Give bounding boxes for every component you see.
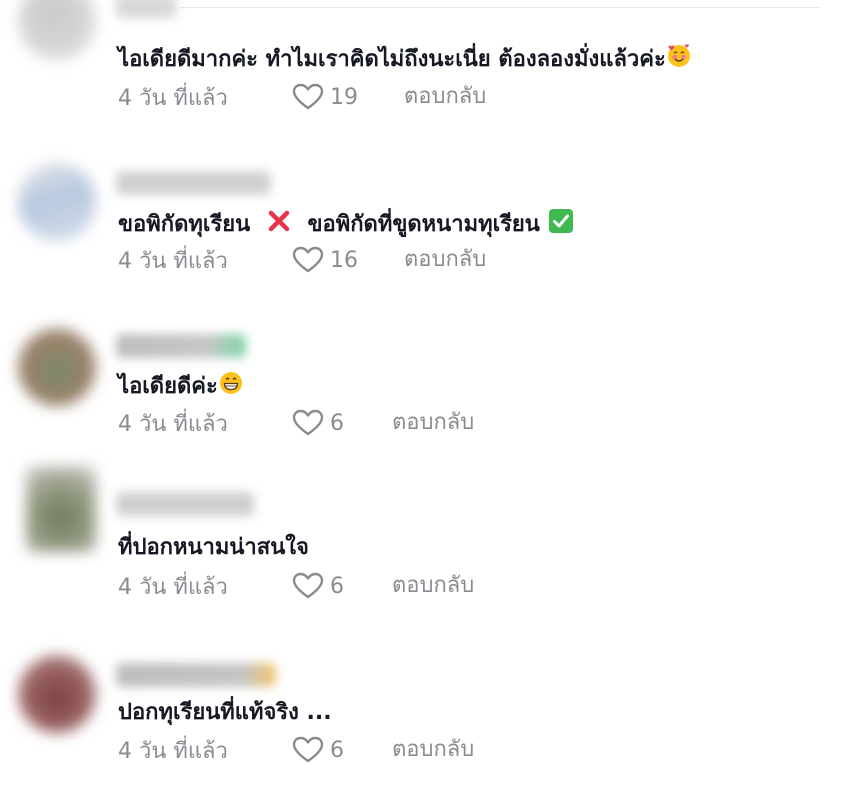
- like-button[interactable]: 6: [292, 408, 344, 438]
- username[interactable]: [116, 663, 276, 687]
- like-button[interactable]: 16: [292, 245, 358, 275]
- comment-text-part-2: ขอพิกัดที่ขูดหนามทุเรียน: [307, 212, 540, 237]
- comment-time: 4 วัน ที่แล้ว: [118, 738, 228, 764]
- reply-button[interactable]: ตอบกลับ: [392, 408, 474, 438]
- username[interactable]: [116, 171, 271, 195]
- username[interactable]: [116, 0, 176, 18]
- like-count: 6: [330, 737, 344, 763]
- comment-time: 4 วัน ที่แล้ว: [118, 411, 228, 437]
- comment-text: ขอพิกัดทุเรียน ขอพิกัดที่ขูดหนามทุเรียน: [118, 208, 574, 242]
- comment-text-part-1: ขอพิกัดทุเรียน: [118, 212, 251, 237]
- comment-meta: 4 วัน ที่แล้ว 19 ตอบกลับ: [118, 82, 518, 112]
- avatar[interactable]: [18, 655, 96, 733]
- comment-text: ที่ปอกหนามน่าสนใจ: [118, 534, 309, 562]
- comment-text-content: ไอเดียดีค่ะ: [118, 374, 218, 399]
- like-button[interactable]: 6: [292, 735, 344, 765]
- heart-icon[interactable]: [292, 83, 324, 111]
- comment-item: ปอกทุเรียนที่แท้จริง ... 4 วัน ที่แล้ว 6…: [0, 653, 850, 793]
- like-count: 16: [330, 247, 358, 273]
- comment-time: 4 วัน ที่แล้ว: [118, 574, 228, 600]
- like-count: 6: [330, 573, 344, 599]
- reply-button[interactable]: ตอบกลับ: [392, 571, 474, 601]
- smiling-face-with-hearts-icon: [666, 43, 692, 77]
- avatar[interactable]: [26, 466, 96, 552]
- comment-text: ปอกทุเรียนที่แท้จริง ...: [118, 699, 332, 727]
- comment-meta: 4 วัน ที่แล้ว 6 ตอบกลับ: [118, 571, 518, 601]
- cross-mark-icon: [266, 208, 292, 242]
- avatar[interactable]: [18, 0, 96, 60]
- avatar[interactable]: [18, 328, 96, 406]
- heart-icon[interactable]: [292, 736, 324, 764]
- username[interactable]: [116, 492, 254, 516]
- heart-icon[interactable]: [292, 572, 324, 600]
- grinning-face-icon: [218, 370, 244, 404]
- comment-text: ไอเดียดีมากค่ะ ทำไมเราคิดไม่ถึงนะเนี่ย ต…: [118, 43, 692, 77]
- comment-text: ไอเดียดีค่ะ: [118, 370, 244, 404]
- comment-item: ที่ปอกหนามน่าสนใจ 4 วัน ที่แล้ว 6 ตอบกลั…: [0, 466, 850, 630]
- comment-text-content: ที่ปอกหนามน่าสนใจ: [118, 535, 309, 560]
- heart-icon[interactable]: [292, 246, 324, 274]
- like-button[interactable]: 19: [292, 82, 358, 112]
- check-mark-button-icon: [548, 208, 574, 242]
- comment-text-content: ปอกทุเรียนที่แท้จริง ...: [118, 700, 332, 725]
- reply-button[interactable]: ตอบกลับ: [404, 82, 486, 112]
- comment-time: 4 วัน ที่แล้ว: [118, 85, 228, 111]
- username[interactable]: [116, 334, 246, 358]
- reply-button[interactable]: ตอบกลับ: [404, 245, 486, 275]
- like-button[interactable]: 6: [292, 571, 344, 601]
- comment-meta: 4 วัน ที่แล้ว 6 ตอบกลับ: [118, 735, 518, 765]
- comment-item: ขอพิกัดทุเรียน ขอพิกัดที่ขูดหนามทุเรียน …: [0, 163, 850, 303]
- comment-time: 4 วัน ที่แล้ว: [118, 248, 228, 274]
- comment-item: ไอเดียดีค่ะ 4 วัน ที่แล้ว 6 ตอบกลับ: [0, 326, 850, 466]
- avatar[interactable]: [18, 163, 96, 241]
- comment-text-content: ไอเดียดีมากค่ะ ทำไมเราคิดไม่ถึงนะเนี่ย ต…: [118, 47, 666, 72]
- comment-meta: 4 วัน ที่แล้ว 6 ตอบกลับ: [118, 408, 518, 438]
- reply-button[interactable]: ตอบกลับ: [392, 735, 474, 765]
- like-count: 6: [330, 410, 344, 436]
- comment-meta: 4 วัน ที่แล้ว 16 ตอบกลับ: [118, 245, 518, 275]
- like-count: 19: [330, 84, 358, 110]
- heart-icon[interactable]: [292, 409, 324, 437]
- comment-item: ไอเดียดีมากค่ะ ทำไมเราคิดไม่ถึงนะเนี่ย ต…: [0, 0, 850, 140]
